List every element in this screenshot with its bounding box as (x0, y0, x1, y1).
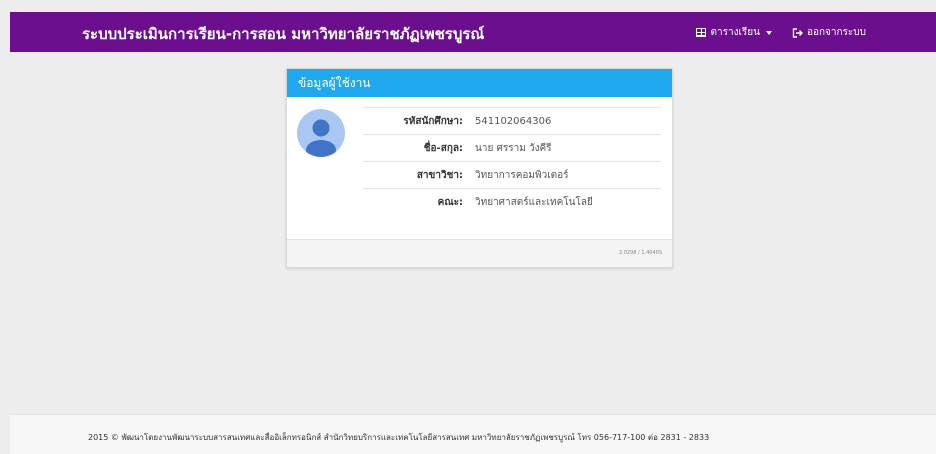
major-row: สาขาวิชา: วิทยาการคอมพิวเตอร์ (363, 161, 661, 188)
student-id-value: 541102064306 (475, 115, 552, 127)
table-icon (696, 28, 707, 37)
logout-icon (792, 27, 803, 38)
student-id-label: รหัสนักศึกษา: (403, 115, 463, 127)
student-id-row: รหัสนักศึกษา: 541102064306 (363, 107, 661, 134)
faculty-row: คณะ: วิทยาศาสตร์และเทคโนโลยี (363, 188, 661, 215)
page: ระบบประเมินการเรียน-การสอน มหาวิทยาลัยรา… (0, 0, 936, 454)
logout-link[interactable]: ออกจากระบบ (792, 25, 866, 40)
footer-text: 2015 © พัฒนาโดยงานพัฒนาระบบสารสนเทศและสื… (88, 433, 710, 442)
logout-label: ออกจากระบบ (806, 27, 866, 38)
site-title[interactable]: ระบบประเมินการเรียน-การสอน มหาวิทยาลัยรา… (82, 22, 484, 46)
major-label: สาขาวิชา: (416, 169, 463, 181)
user-info-table: รหัสนักศึกษา: 541102064306 ชื่อ-สกุล: นา… (363, 107, 661, 215)
caret-down-icon (765, 30, 772, 35)
user-avatar-icon (297, 109, 345, 157)
name-value: นาย ศรราม วังคีรี (475, 142, 552, 154)
major-value: วิทยาการคอมพิวเตอร์ (475, 169, 569, 181)
name-row: ชื่อ-สกุล: นาย ศรราม วังคีรี (363, 134, 661, 161)
name-label: ชื่อ-สกุล: (423, 142, 463, 154)
faculty-value: วิทยาศาสตร์และเทคโนโลยี (475, 196, 593, 208)
navbar-menu: ตารางเรียน ออกจากระบบ (696, 25, 866, 40)
schedule-label: ตารางเรียน (710, 27, 760, 38)
page-footer: 2015 © พัฒนาโดยงานพัฒนาระบบสารสนเทศและสื… (10, 414, 936, 454)
top-navbar: ระบบประเมินการเรียน-การสอน มหาวิทยาลัยรา… (10, 12, 936, 52)
user-info-card: ข้อมูลผู้ใช้งาน รหัสนักศึกษา: 5411020643… (286, 68, 673, 268)
schedule-dropdown[interactable]: ตารางเรียน (696, 25, 772, 40)
card-footer: 2.0298 / 1.4040S (287, 239, 672, 267)
render-timing: 2.0298 / 1.4040S (618, 250, 662, 256)
card-title: ข้อมูลผู้ใช้งาน (287, 69, 672, 97)
faculty-label: คณะ: (437, 196, 463, 208)
